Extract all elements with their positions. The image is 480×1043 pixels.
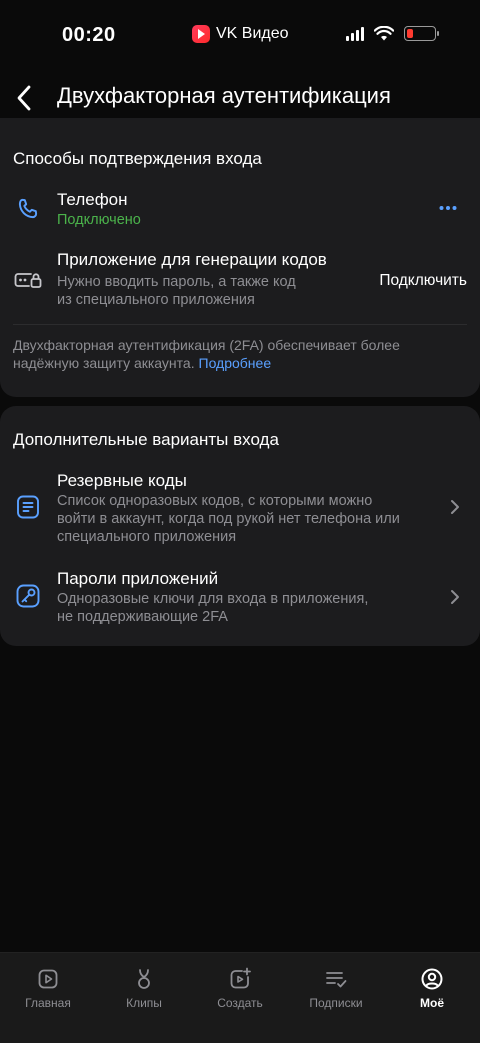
app-passwords-subtitle: Одноразовые ключи для входа в приложения… bbox=[57, 591, 369, 625]
chevron-right-icon bbox=[448, 497, 462, 517]
status-app-name: VK Видео bbox=[216, 25, 289, 42]
confirm-methods-card: Способы подтверждения входа Телефон Подк… bbox=[0, 118, 480, 397]
screen: 00:20 VK Видео Двухфакторная аутентифика… bbox=[0, 0, 480, 1043]
create-video-icon bbox=[227, 966, 253, 992]
code-app-subtitle: Нужно вводить пароль, а также код из спе… bbox=[57, 274, 296, 308]
phone-status: Подключено bbox=[57, 212, 141, 228]
status-icons bbox=[346, 26, 439, 41]
back-button[interactable] bbox=[10, 82, 38, 114]
key-icon bbox=[14, 582, 42, 610]
cellular-signal-icon bbox=[346, 26, 364, 41]
status-bar: 00:20 VK Видео bbox=[0, 0, 480, 70]
phone-row[interactable]: Телефон Подключено bbox=[0, 188, 480, 236]
play-square-icon bbox=[35, 966, 61, 992]
list-icon bbox=[14, 493, 42, 521]
profile-icon bbox=[419, 966, 445, 992]
chevron-left-icon bbox=[17, 85, 31, 111]
tab-profile[interactable]: Моё bbox=[384, 953, 480, 1043]
status-app-indicator[interactable]: VK Видео bbox=[192, 25, 289, 43]
header: Двухфакторная аутентификация bbox=[0, 78, 480, 118]
status-time: 00:20 bbox=[62, 24, 116, 46]
connect-app-button[interactable]: Подключить bbox=[379, 272, 467, 290]
subscriptions-icon bbox=[323, 966, 349, 992]
app-passwords-title: Пароли приложений bbox=[57, 569, 219, 588]
code-app-title: Приложение для генерации кодов bbox=[57, 250, 327, 269]
battery-icon bbox=[404, 26, 439, 41]
phone-icon bbox=[14, 195, 42, 223]
page-title: Двухфакторная аутентификация bbox=[57, 83, 391, 108]
tab-create[interactable]: Создать bbox=[192, 953, 288, 1043]
clips-icon bbox=[131, 966, 157, 992]
code-app-row[interactable]: Приложение для генерации кодов Нужно вво… bbox=[0, 250, 480, 311]
backup-codes-title: Резервные коды bbox=[57, 471, 187, 490]
chevron-right-icon bbox=[448, 587, 462, 607]
vk-video-logo-icon bbox=[192, 25, 210, 43]
phone-title: Телефон bbox=[57, 190, 128, 209]
phone-more-button[interactable] bbox=[436, 198, 460, 218]
section-title-extra: Дополнительные варианты входа bbox=[13, 430, 279, 449]
lock-card-icon bbox=[14, 266, 42, 294]
wifi-icon bbox=[374, 26, 394, 41]
app-passwords-row[interactable]: Пароли приложений Одноразовые ключи для … bbox=[0, 568, 480, 628]
tab-subscriptions[interactable]: Подписки bbox=[288, 953, 384, 1043]
section-title-confirm: Способы подтверждения входа bbox=[13, 149, 262, 168]
tab-bar: Главная Клипы Создать Подписки Моё bbox=[0, 952, 480, 1043]
tab-clips[interactable]: Клипы bbox=[96, 953, 192, 1043]
backup-codes-subtitle: Список одноразовых кодов, с которыми мож… bbox=[57, 493, 400, 545]
extra-login-card: Дополнительные варианты входа Резервные … bbox=[0, 406, 480, 646]
learn-more-link[interactable]: Подробнее bbox=[199, 355, 272, 371]
twofa-footnote: Двухфакторная аутентификация (2FA) обесп… bbox=[13, 337, 400, 371]
more-horizontal-icon bbox=[439, 206, 457, 210]
divider bbox=[13, 324, 467, 325]
backup-codes-row[interactable]: Резервные коды Список одноразовых кодов,… bbox=[0, 470, 480, 550]
tab-home[interactable]: Главная bbox=[0, 953, 96, 1043]
